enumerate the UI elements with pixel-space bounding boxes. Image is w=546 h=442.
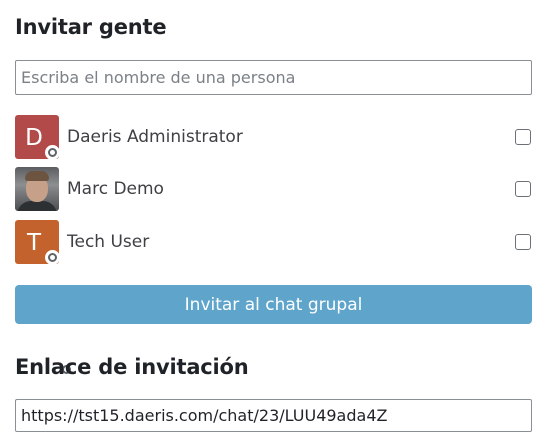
user-row-marc[interactable]: Marc Demo bbox=[15, 167, 532, 377]
search-input[interactable] bbox=[15, 60, 532, 95]
avatar-initial: D bbox=[25, 125, 43, 151]
invitation-link-heading: Enlace de invitación bbox=[15, 355, 249, 379]
invite-heading: Invitar gente bbox=[15, 15, 167, 39]
user-name: Tech User bbox=[67, 232, 150, 252]
avatar: D bbox=[15, 115, 60, 160]
user-photo bbox=[17, 201, 57, 211]
avatar bbox=[15, 167, 59, 211]
invitation-link-field[interactable] bbox=[15, 399, 532, 432]
select-checkbox[interactable] bbox=[515, 234, 531, 250]
user-row-daeris[interactable]: D Daeris Administrator bbox=[15, 115, 532, 160]
invite-to-group-chat-button[interactable]: Invitar al chat grupal bbox=[15, 285, 532, 324]
user-row-tech[interactable]: T Tech User bbox=[15, 220, 532, 265]
offline-status-icon bbox=[45, 145, 60, 160]
select-checkbox[interactable] bbox=[515, 129, 531, 145]
select-checkbox[interactable] bbox=[515, 181, 531, 197]
avatar-initial: T bbox=[26, 230, 42, 256]
offline-status-icon bbox=[45, 250, 60, 265]
user-name: Marc Demo bbox=[67, 179, 164, 199]
user-name: Daeris Administrator bbox=[67, 127, 243, 147]
avatar: T bbox=[15, 220, 60, 265]
invite-panel: Invitar gente D Daeris Administrator Mar… bbox=[0, 0, 546, 442]
